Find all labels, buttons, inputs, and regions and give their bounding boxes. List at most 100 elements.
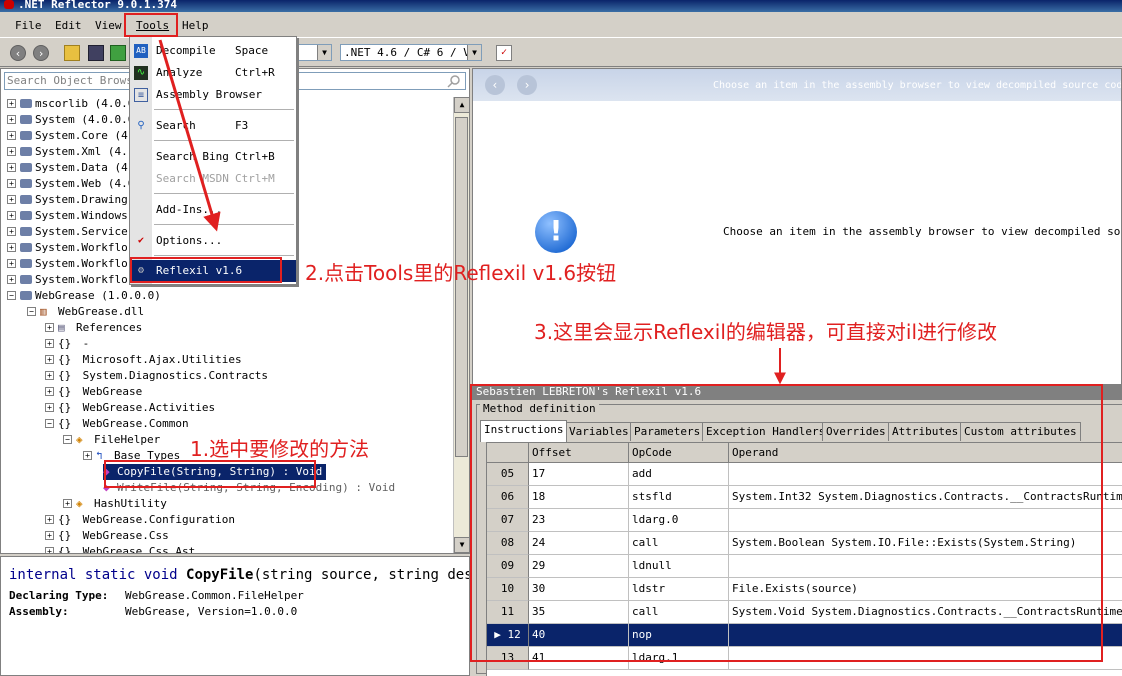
expand-icon[interactable]: + [7, 243, 16, 252]
tree-node-system-service[interactable]: + System.Service [7, 224, 128, 240]
expand-icon[interactable]: + [7, 259, 16, 268]
collapse-icon[interactable]: − [27, 307, 36, 316]
menu-item-analyze[interactable]: ∿ Analyze Ctrl+R [130, 62, 296, 84]
expand-icon[interactable]: + [7, 195, 16, 204]
annotation-step2: 2.点击Tools里的Reflexil v1.6按钮 [305, 261, 617, 285]
framework-combo[interactable]: .NET 4.6 / C# 6 / VB ▼ [340, 44, 482, 61]
tree-node-system-workflow[interactable]: + System.Workflo [7, 272, 128, 288]
annotation-step3: 3.这里会显示Reflexil的编辑器，可直接对il进行修改 [534, 320, 997, 344]
module-icon: ▥ [40, 305, 47, 318]
tree-node-namespace[interactable]: +{} WebGrease.Css [45, 528, 169, 544]
forward-icon[interactable]: › [517, 75, 537, 95]
expand-icon[interactable]: + [45, 515, 54, 524]
tree-scrollbar[interactable]: ▲ ▼ [453, 97, 469, 553]
expand-icon[interactable]: + [7, 131, 16, 140]
expand-icon[interactable]: + [7, 211, 16, 220]
assembly-icon [20, 227, 32, 236]
tree-node-namespace[interactable]: +{} WebGrease.Activities [45, 400, 215, 416]
assembly-icon [20, 275, 32, 284]
forward-icon[interactable]: › [33, 45, 49, 61]
member-info-panel: internal static void CopyFile(string sou… [0, 556, 470, 676]
menu-item-options[interactable]: ✔ Options... [130, 230, 296, 252]
reflector-logo-icon [4, 0, 14, 9]
tree-node-namespace[interactable]: −{} WebGrease.Common [45, 416, 189, 432]
collapse-icon[interactable]: − [7, 291, 16, 300]
tree-node-system[interactable]: + System (4.0.0.0 [7, 112, 134, 128]
tree-node-class[interactable]: + ◈ HashUtility [63, 496, 167, 512]
refresh-icon[interactable] [110, 45, 126, 61]
declaring-type-label: Declaring Type: [9, 589, 109, 602]
tree-node-references[interactable]: + ▤ References [45, 320, 142, 336]
tree-node-webgrease[interactable]: − WebGrease (1.0.0.0) [7, 288, 161, 304]
menu-file[interactable]: File [15, 19, 42, 32]
back-icon[interactable]: ‹ [10, 45, 26, 61]
highlight-reflexil-item [130, 257, 282, 283]
class-icon: ◈ [76, 497, 83, 510]
expand-icon[interactable]: + [45, 339, 54, 348]
chevron-down-icon: ▼ [467, 45, 481, 60]
expand-icon[interactable]: + [7, 99, 16, 108]
menu-edit[interactable]: Edit [55, 19, 82, 32]
chevron-down-icon: ▼ [317, 45, 331, 60]
scrollbar-thumb[interactable] [455, 117, 468, 457]
tree-node-system-drawing[interactable]: + System.Drawing [7, 192, 128, 208]
tree-node-namespace[interactable]: +{} - [45, 336, 89, 352]
tree-node-mscorlib[interactable]: + mscorlib (4.0.0 [7, 96, 134, 112]
assembly-icon [20, 259, 32, 268]
tree-node-system-workflow[interactable]: + System.Workflo [7, 240, 128, 256]
tree-node-system-xml[interactable]: + System.Xml (4. [7, 144, 128, 160]
declaring-type-value[interactable]: WebGrease.Common.FileHelper [125, 589, 304, 602]
assembly-value[interactable]: WebGrease, Version=1.0.0.0 [125, 605, 297, 618]
menu-view[interactable]: View [95, 19, 122, 32]
tree-node-namespace[interactable]: +{} Microsoft.Ajax.Utilities [45, 352, 242, 368]
menu-item-decompile[interactable]: AB Decompile Space [130, 40, 296, 62]
menu-item-add-ins[interactable]: Add-Ins... [130, 199, 296, 221]
expand-icon[interactable]: + [7, 275, 16, 284]
expand-icon[interactable]: + [7, 115, 16, 124]
tree-node-namespace[interactable]: +{} WebGrease.Css.Ast [45, 544, 195, 553]
scroll-up-icon[interactable]: ▲ [454, 97, 469, 113]
collapse-icon[interactable]: − [63, 435, 72, 444]
tree-node-webgrease-dll[interactable]: − ▥ WebGrease.dll [27, 304, 144, 320]
tab-instructions[interactable]: Instructions [480, 420, 568, 442]
expand-icon[interactable]: + [45, 371, 54, 380]
save-icon[interactable] [88, 45, 104, 61]
expand-icon[interactable]: + [45, 355, 54, 364]
tree-node-namespace[interactable]: +{} WebGrease [45, 384, 142, 400]
expand-icon[interactable]: + [63, 499, 72, 508]
tree-node-system-web[interactable]: + System.Web (4.0 [7, 176, 134, 192]
tree-node-system-workflow[interactable]: + System.Workflo [7, 256, 128, 272]
expand-icon[interactable]: + [45, 323, 54, 332]
menu-item-assembly-browser[interactable]: ≡ Assembly Browser [130, 84, 296, 106]
expand-icon[interactable]: + [45, 403, 54, 412]
tree-node-class[interactable]: − ◈ FileHelper [63, 432, 160, 448]
expand-icon[interactable]: + [7, 163, 16, 172]
assembly-browser-icon: ≡ [134, 88, 148, 102]
expand-icon[interactable]: + [7, 227, 16, 236]
scroll-down-icon[interactable]: ▼ [454, 537, 469, 553]
tree-node-system-windows[interactable]: + System.Windows [7, 208, 128, 224]
collapse-icon[interactable]: − [45, 419, 54, 428]
tree-node-system-data[interactable]: + System.Data (4 [7, 160, 128, 176]
back-icon[interactable]: ‹ [485, 75, 505, 95]
menu-item-search-bing[interactable]: Search Bing Ctrl+B [130, 146, 296, 168]
expand-icon[interactable]: + [45, 547, 54, 553]
expand-icon[interactable]: + [45, 531, 54, 540]
assembly-list-combo[interactable]: ▼ [296, 44, 332, 61]
annotation-step1: 1.选中要修改的方法 [190, 437, 370, 461]
open-folder-icon[interactable] [64, 45, 80, 61]
expand-icon[interactable]: + [7, 179, 16, 188]
search-icon [447, 75, 460, 88]
menu-item-search[interactable]: ⚲ Search F3 [130, 115, 296, 137]
expand-icon[interactable]: + [7, 147, 16, 156]
decompile-icon: AB [134, 44, 148, 58]
menu-separator [154, 140, 294, 141]
expand-icon[interactable]: + [83, 451, 92, 460]
namespace-icon: {} [58, 529, 72, 542]
options-icon[interactable]: ✓ [496, 45, 512, 61]
tree-node-namespace[interactable]: +{} WebGrease.Configuration [45, 512, 235, 528]
tree-node-namespace[interactable]: +{} System.Diagnostics.Contracts [45, 368, 268, 384]
expand-icon[interactable]: + [45, 387, 54, 396]
menu-help[interactable]: Help [182, 19, 209, 32]
tree-node-system-core[interactable]: + System.Core (4 [7, 128, 128, 144]
